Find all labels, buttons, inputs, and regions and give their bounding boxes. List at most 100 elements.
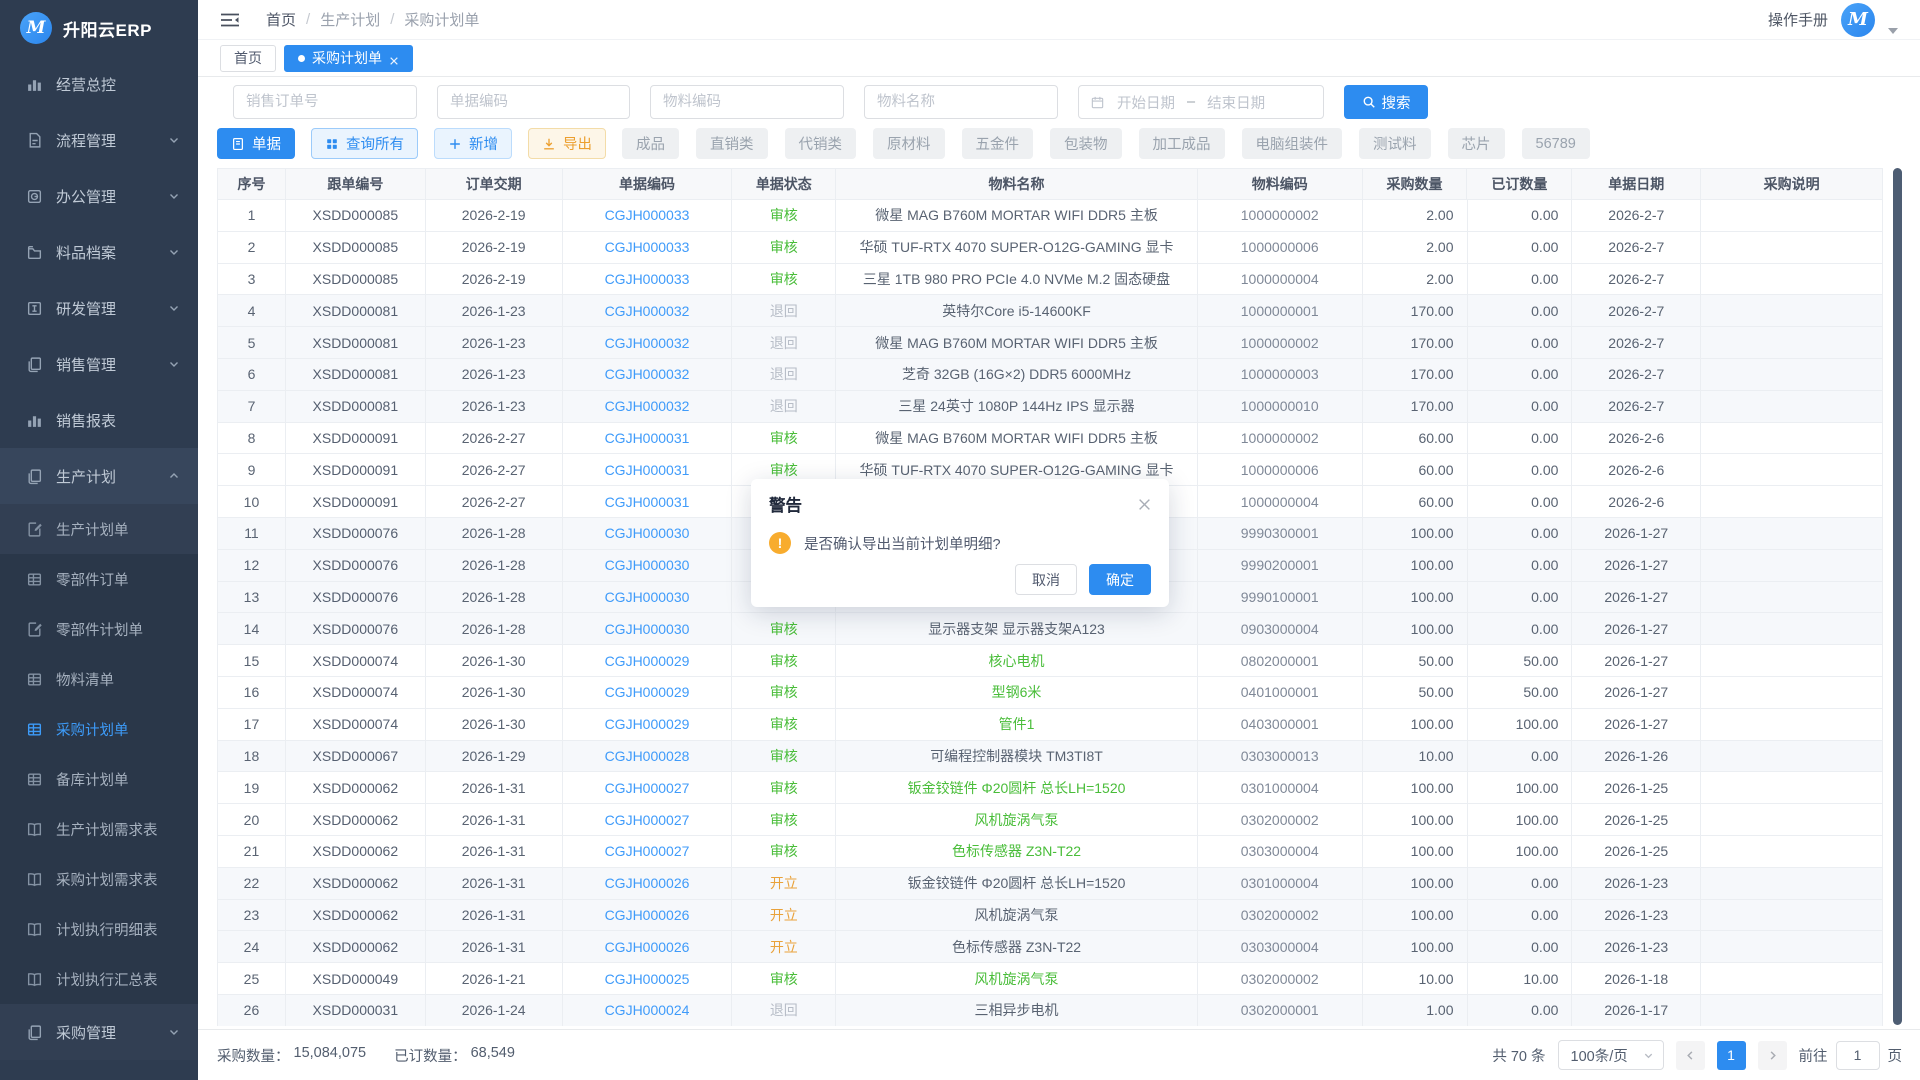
next-page-button[interactable]: [1758, 1041, 1787, 1070]
material-code-input[interactable]: [650, 85, 844, 119]
sidebar-item[interactable]: 采购管理: [0, 1004, 198, 1060]
doc-code-cell: CGJH000030: [563, 613, 733, 645]
table-header-row: 序号跟单编号订单交期单据编码单据状态物料名称物料编码采购数量已订数量单据日期采购…: [218, 169, 1882, 200]
doc-code-link[interactable]: CGJH000027: [605, 780, 690, 796]
doc-code-link[interactable]: CGJH000026: [605, 939, 690, 955]
sidebar-item[interactable]: 办公管理: [0, 168, 198, 224]
sidebar-item[interactable]: 物料清单: [0, 654, 198, 704]
doc-code-link[interactable]: CGJH000029: [605, 653, 690, 669]
confirm-button[interactable]: 确定: [1089, 564, 1151, 595]
doc-code-link[interactable]: CGJH000025: [605, 971, 690, 987]
breadcrumb-production-plan[interactable]: 生产计划: [320, 9, 380, 30]
modal-body: ! 是否确认导出当前计划单明细?: [769, 532, 1151, 554]
row-index-cell: 17: [218, 709, 286, 741]
sidebar-item[interactable]: 料品档案: [0, 224, 198, 280]
track-number-cell: XSDD000062: [286, 900, 426, 932]
page-size-select[interactable]: 100条/页: [1558, 1040, 1664, 1070]
category-chip[interactable]: 包装物: [1050, 128, 1122, 159]
doc-code-link[interactable]: CGJH000027: [605, 843, 690, 859]
tab-close-icon[interactable]: [389, 53, 399, 63]
add-button[interactable]: 新增: [434, 128, 512, 159]
category-chip[interactable]: 56789: [1522, 128, 1590, 159]
cancel-button[interactable]: 取消: [1015, 564, 1077, 595]
category-chip[interactable]: 电脑组装件: [1242, 128, 1343, 159]
doc-code-link[interactable]: CGJH000031: [605, 430, 690, 446]
date-range-picker[interactable]: 开始日期 – 结束日期: [1078, 85, 1324, 119]
sidebar-item[interactable]: 销售管理: [0, 336, 198, 392]
due-date-cell: 2026-1-28: [426, 582, 563, 614]
table-scrollbar[interactable]: [1893, 168, 1902, 1025]
avatar[interactable]: M: [1841, 3, 1875, 37]
doc-code-link[interactable]: CGJH000026: [605, 907, 690, 923]
doc-code-link[interactable]: CGJH000032: [605, 335, 690, 351]
sidebar-item[interactable]: 研发管理: [0, 280, 198, 336]
doc-code-cell: CGJH000027: [563, 836, 733, 868]
doc-code-link[interactable]: CGJH000027: [605, 812, 690, 828]
doc-code-link[interactable]: CGJH000032: [605, 303, 690, 319]
doc-code-link[interactable]: CGJH000030: [605, 525, 690, 541]
sidebar-item[interactable]: 经营总控: [0, 56, 198, 112]
tab-home[interactable]: 首页: [220, 45, 276, 72]
doc-code-link[interactable]: CGJH000032: [605, 398, 690, 414]
doc-code-link[interactable]: CGJH000028: [605, 748, 690, 764]
goto-page-input[interactable]: [1836, 1041, 1880, 1070]
breadcrumb-home[interactable]: 首页: [266, 9, 296, 30]
category-chip[interactable]: 原材料: [873, 128, 945, 159]
ordered-qty-cell: 0.00: [1468, 550, 1573, 582]
sidebar-item[interactable]: 备库计划单: [0, 754, 198, 804]
close-icon[interactable]: [1138, 498, 1151, 511]
purchase-qty-cell: 2.00: [1363, 264, 1468, 296]
doc-code-link[interactable]: CGJH000032: [605, 366, 690, 382]
sales-order-input[interactable]: [233, 85, 417, 119]
sidebar-item[interactable]: 采购计划单: [0, 704, 198, 754]
doc-code-link[interactable]: CGJH000031: [605, 462, 690, 478]
sidebar-item[interactable]: 生产计划: [0, 448, 198, 504]
search-button[interactable]: 搜索: [1344, 85, 1428, 119]
sidebar-item[interactable]: 采购计划需求表: [0, 854, 198, 904]
search-icon: [1362, 95, 1376, 109]
doc-code-link[interactable]: CGJH000030: [605, 621, 690, 637]
sidebar-item[interactable]: 生产计划单: [0, 504, 198, 554]
doc-code-link[interactable]: CGJH000026: [605, 875, 690, 891]
sidebar-item[interactable]: 生产计划需求表: [0, 804, 198, 854]
ordered-qty-cell: 10.00: [1468, 963, 1573, 995]
doc-code-link[interactable]: CGJH000033: [605, 207, 690, 223]
doc-status-badge: 审核: [770, 205, 798, 225]
category-chip[interactable]: 代销类: [785, 128, 857, 159]
sidebar-item[interactable]: 计划执行汇总表: [0, 954, 198, 1004]
doc-code-link[interactable]: CGJH000024: [605, 1002, 690, 1018]
tab-purchase-plan[interactable]: 采购计划单: [284, 45, 413, 72]
doc-code-link[interactable]: CGJH000029: [605, 684, 690, 700]
manual-link[interactable]: 操作手册: [1768, 9, 1828, 30]
doc-code-link[interactable]: CGJH000033: [605, 239, 690, 255]
doc-code-link[interactable]: CGJH000033: [605, 271, 690, 287]
document-button[interactable]: 单据: [217, 128, 295, 159]
category-chip[interactable]: 五金件: [962, 128, 1034, 159]
material-name-input[interactable]: [864, 85, 1058, 119]
export-button[interactable]: 导出: [528, 128, 606, 159]
category-chip[interactable]: 加工成品: [1139, 128, 1225, 159]
sidebar-item[interactable]: 销售报表: [0, 392, 198, 448]
doc-code-link[interactable]: CGJH000030: [605, 589, 690, 605]
category-chip[interactable]: 测试料: [1359, 128, 1431, 159]
caret-down-icon[interactable]: [1888, 21, 1898, 27]
prev-page-button[interactable]: [1676, 1041, 1705, 1070]
sidebar-item[interactable]: 车间设置: [0, 1060, 198, 1080]
doc-code-link[interactable]: CGJH000030: [605, 557, 690, 573]
sidebar-item[interactable]: 零部件计划单: [0, 604, 198, 654]
doc-code-link[interactable]: CGJH000029: [605, 716, 690, 732]
query-all-button[interactable]: 查询所有: [311, 128, 418, 159]
track-number-cell: XSDD000062: [286, 772, 426, 804]
doc-code-input[interactable]: [437, 85, 630, 119]
category-chip[interactable]: 芯片: [1448, 128, 1505, 159]
doc-date-cell: 2026-2-6: [1572, 423, 1701, 455]
current-page-button[interactable]: 1: [1717, 1041, 1746, 1070]
sidebar-item[interactable]: 零部件订单: [0, 554, 198, 604]
category-chip[interactable]: 成品: [622, 128, 679, 159]
category-chip[interactable]: 直销类: [696, 128, 768, 159]
sidebar-item[interactable]: 计划执行明细表: [0, 904, 198, 954]
collapse-menu-icon[interactable]: [220, 12, 240, 28]
sidebar-item[interactable]: 流程管理: [0, 112, 198, 168]
doc-code-link[interactable]: CGJH000031: [605, 494, 690, 510]
add-button-label: 新增: [469, 133, 498, 154]
